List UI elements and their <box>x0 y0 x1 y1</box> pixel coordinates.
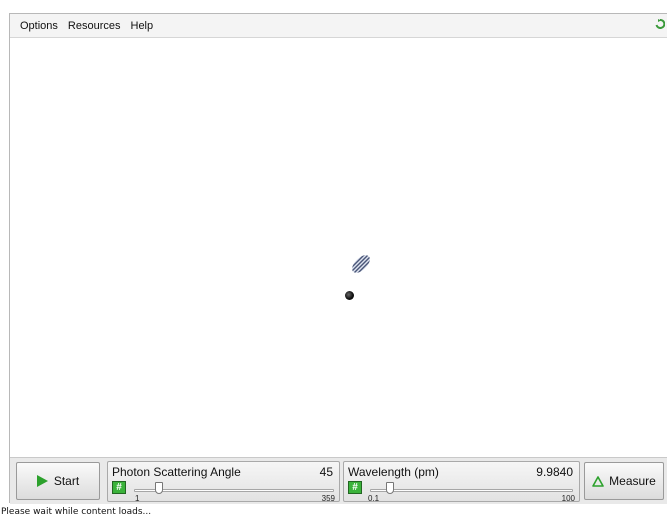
start-button-label: Start <box>53 474 80 488</box>
simulation-canvas[interactable] <box>10 39 667 457</box>
photon-icon[interactable] <box>347 250 375 278</box>
menu-help[interactable]: Help <box>131 20 154 32</box>
menu-options[interactable]: Options <box>20 20 58 32</box>
wavelength-slider-track[interactable] <box>370 489 573 492</box>
applet-frame: Options Resources Help Start Photon Scat… <box>9 13 667 504</box>
wavelength-slider-min: 0.1 <box>368 494 380 503</box>
number-input-icon[interactable]: # <box>348 481 362 494</box>
control-bar: Start Photon Scattering Angle 45 # 1 359… <box>10 457 667 504</box>
menu-resources[interactable]: Resources <box>68 20 121 32</box>
menu-bar: Options Resources Help <box>10 14 667 38</box>
angle-slider-min: 1 <box>135 494 140 503</box>
status-text: Please wait while content loads... <box>1 507 152 517</box>
angle-slider-max: 359 <box>321 494 335 503</box>
wavelength-slider-thumb[interactable] <box>386 482 395 494</box>
number-input-icon[interactable]: # <box>112 481 126 494</box>
start-button[interactable]: Start <box>16 462 100 500</box>
measure-button-label: Measure <box>609 474 656 488</box>
angle-slider-title: Photon Scattering Angle <box>112 465 241 479</box>
wavelength-slider-max: 100 <box>561 494 575 503</box>
angle-slider-track[interactable] <box>134 489 334 492</box>
angle-slider-value: 45 <box>319 465 333 479</box>
wavelength-slider-panel: Wavelength (pm) 9.9840 # 0.1 100 <box>343 461 580 503</box>
electron-dot[interactable] <box>345 291 354 300</box>
angle-slider-thumb[interactable] <box>154 482 163 494</box>
wavelength-slider-title: Wavelength (pm) <box>348 465 439 479</box>
triangle-icon <box>592 475 604 487</box>
play-icon <box>36 475 48 487</box>
measure-button[interactable]: Measure <box>584 462 664 500</box>
wavelength-slider-value: 9.9840 <box>536 465 573 479</box>
refresh-icon[interactable] <box>655 19 665 31</box>
angle-slider-panel: Photon Scattering Angle 45 # 1 359 <box>107 461 340 503</box>
